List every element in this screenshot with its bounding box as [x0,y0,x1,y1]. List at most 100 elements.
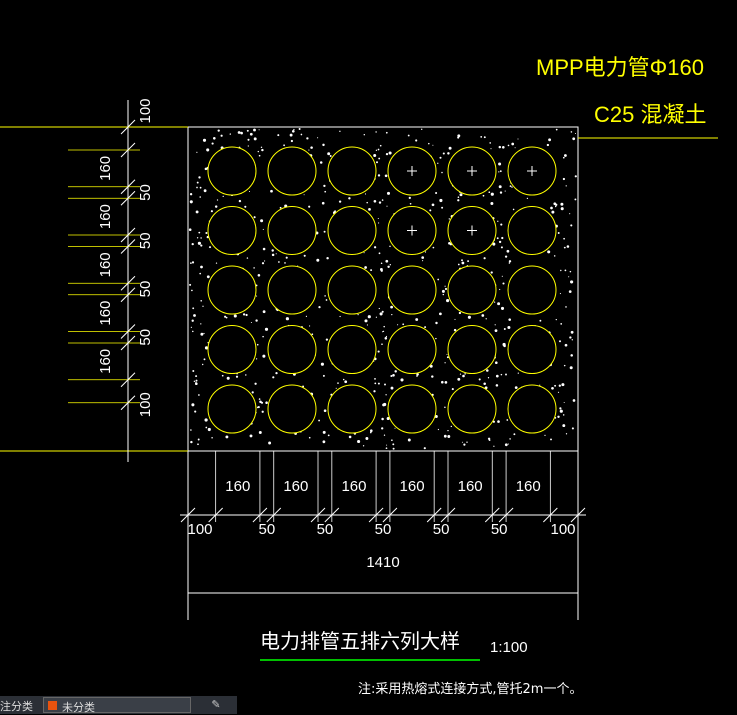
concrete-speck [383,434,386,436]
concrete-speck [488,191,491,194]
concrete-speck [202,305,204,307]
concrete-speck [308,436,311,439]
concrete-speck [457,263,460,266]
concrete-speck [246,257,249,259]
concrete-speck [483,382,486,385]
concrete-speck [326,256,329,260]
concrete-speck [489,142,492,144]
concrete-speck [194,382,198,386]
vertical-dimension-label: 160 [97,349,114,374]
concrete-speck [570,224,573,227]
concrete-speck [499,170,502,173]
concrete-speck [385,447,388,450]
concrete-speck [553,255,556,257]
concrete-speck [324,295,326,297]
concrete-speck [554,384,557,387]
concrete-speck [490,192,494,196]
concrete-speck [272,376,275,379]
concrete-speck [323,184,326,188]
concrete-speck [385,152,389,156]
concrete-speck [560,323,563,325]
concrete-speck [560,202,564,206]
concrete-speck [193,380,196,383]
concrete-speck [190,326,193,328]
concrete-speck [480,136,483,138]
concrete-speck [504,443,508,447]
concrete-speck [517,372,519,374]
concrete-speck [260,146,263,149]
concrete-speck [450,425,452,428]
concrete-speck [490,148,492,150]
concrete-speck [517,138,519,140]
concrete-speck [207,427,211,432]
concrete-speck [245,374,247,376]
concrete-speck [490,202,494,205]
concrete-speck [444,362,446,364]
concrete-speck [441,171,443,174]
concrete-speck [379,144,382,147]
concrete-speck [457,136,460,139]
concrete-speck [392,443,395,446]
concrete-speck [466,441,468,443]
concrete-speck [205,231,208,235]
concrete-speck [498,171,500,173]
concrete-speck [511,142,515,146]
concrete-speck [496,237,499,240]
concrete-speck [501,236,504,240]
concrete-speck [497,220,499,222]
concrete-speck [547,250,551,254]
concrete-speck [220,134,223,137]
concrete-speck [195,379,198,382]
concrete-speck [316,258,320,262]
concrete-speck [198,394,200,396]
concrete-speck [262,228,264,230]
concrete-speck [507,443,509,445]
concrete-speck [381,343,383,345]
concrete-speck [458,311,462,315]
concrete-speck [206,275,210,279]
concrete-speck [435,191,438,195]
concrete-speck [421,128,423,130]
concrete-speck [290,139,294,143]
concrete-speck [429,209,432,212]
horizontal-dimension-label: 50 [317,521,334,538]
concrete-speck [258,154,261,157]
concrete-speck [199,186,202,189]
concrete-speck [544,434,546,436]
concrete-speck [373,154,377,157]
concrete-speck [563,402,565,403]
edit-icon[interactable]: ✎ [205,696,227,714]
concrete-speck [423,447,426,450]
concrete-speck [568,276,570,278]
concrete-speck [462,374,465,378]
concrete-speck [571,339,573,341]
pipe-label: MPP电力管Φ160 [536,55,704,80]
concrete-speck [381,199,384,201]
concrete-speck [375,149,378,151]
concrete-speck [222,195,224,198]
concrete-speck [285,317,289,321]
concrete-speck [200,299,203,302]
concrete-speck [270,189,273,193]
concrete-speck [387,265,390,269]
concrete-speck [309,325,311,327]
concrete-speck [325,299,328,301]
concrete-speck [563,154,567,157]
concrete-speck [384,174,388,178]
vertical-dimension-label: 160 [97,156,114,181]
concrete-speck [422,260,424,262]
concrete-speck [377,148,380,151]
concrete-speck [554,205,557,208]
concrete-speck [189,193,193,196]
vertical-dimension-label: 50 [137,281,154,298]
concrete-speck [565,433,568,435]
concrete-speck [432,246,435,249]
concrete-speck [190,440,193,444]
concrete-speck [363,133,366,136]
pipe-circle [507,265,557,315]
concrete-speck [229,133,231,135]
concrete-speck [378,222,380,224]
concrete-speck [320,362,324,366]
concrete-speck [191,289,193,292]
category-dropdown[interactable]: 未分类 [43,697,191,714]
